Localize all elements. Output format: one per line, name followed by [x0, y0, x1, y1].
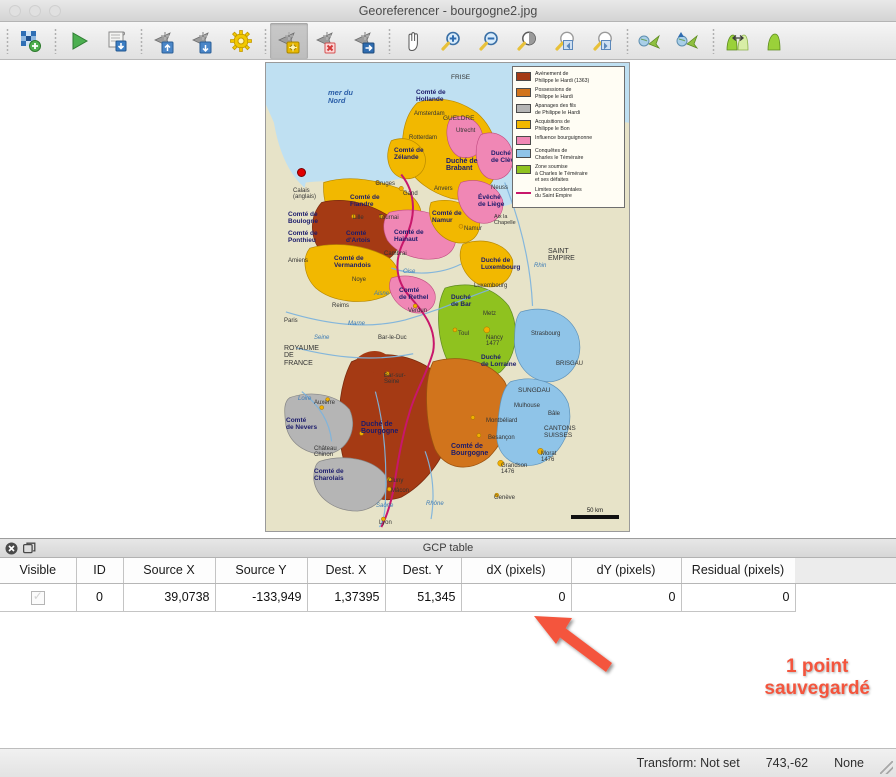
load-gcp-points-icon[interactable]	[146, 23, 184, 59]
minimize-window-button[interactable]	[29, 4, 41, 17]
raster-image-bourgogne[interactable]: mer du Nord FRISE Comté de Hollande GUELDRE…	[265, 62, 630, 532]
cell-dest-x: 1,37395	[307, 583, 386, 612]
zoom-window-button[interactable]	[49, 4, 61, 17]
legend-entry: Avènement de Philippe le Hardi (1363)	[516, 71, 621, 84]
open-raster-icon[interactable]	[12, 23, 50, 59]
map-scalebar: 50 km	[571, 508, 619, 519]
cell-id: 0	[76, 583, 124, 612]
column-header-id[interactable]: ID	[76, 558, 124, 584]
toolbar-separator	[622, 23, 632, 59]
status-transform: Transform: Not set	[636, 756, 740, 770]
window-titlebar: Georeferencer - bourgogne2.jpg	[0, 0, 896, 22]
annotation-line-1: 1 point	[786, 656, 849, 677]
legend-entry: Apanages des fils de Philippe le Hardi	[516, 103, 621, 116]
map-legend: Avènement de Philippe le Hardi (1363) Pos…	[512, 66, 625, 208]
column-header-dest-y[interactable]: Dest. Y	[385, 558, 462, 584]
local-histogram-stretch-icon[interactable]	[756, 23, 794, 59]
toolbar-separator	[708, 23, 718, 59]
legend-entry: Acquisitions de Philippe le Bon	[516, 119, 621, 132]
legend-swatch	[516, 191, 531, 194]
pan-icon[interactable]	[394, 23, 432, 59]
window-controls	[0, 4, 61, 17]
legend-entry: Influence bourguignonne	[516, 135, 621, 145]
legend-entry: Zone soumise à Charles le Téméraire et s…	[516, 164, 621, 184]
table-header-row: Visible ID Source X Source Y Dest. X Des…	[0, 558, 796, 584]
gcp-table[interactable]: Visible ID Source X Source Y Dest. X Des…	[0, 558, 796, 612]
georeferencer-canvas[interactable]: mer du Nord FRISE Comté de Hollande GUELDRE…	[0, 60, 896, 538]
status-bar: Transform: Not set 743,-62 None	[0, 748, 896, 777]
cell-source-x: 39,0738	[123, 583, 216, 612]
legend-label: Acquisitions de Philippe le Bon	[535, 119, 570, 132]
start-georeferencing-icon[interactable]	[60, 23, 98, 59]
cell-residual: 0	[681, 583, 796, 612]
legend-label: Possessions de Philippe le Hardi	[535, 87, 573, 100]
toolbar-separator	[384, 23, 394, 59]
cell-dy: 0	[571, 583, 682, 612]
link-georeferencer-to-qgis-icon[interactable]	[632, 23, 670, 59]
gcp-panel-titlebar: GCP table	[0, 538, 896, 558]
legend-entry: Conquêtes de Charles le Téméraire	[516, 148, 621, 161]
legend-swatch	[516, 165, 531, 174]
zoom-last-icon[interactable]	[546, 23, 584, 59]
gcp-table-area[interactable]: Visible ID Source X Source Y Dest. X Des…	[0, 558, 896, 758]
zoom-next-icon[interactable]	[584, 23, 622, 59]
link-qgis-to-georeferencer-icon[interactable]	[670, 23, 708, 59]
status-crs[interactable]: None	[834, 756, 864, 770]
zoom-to-layer-icon[interactable]	[508, 23, 546, 59]
scalebar-bar	[571, 515, 619, 519]
gcp-point-marker[interactable]	[297, 168, 306, 177]
column-header-visible[interactable]: Visible	[0, 558, 77, 584]
save-gcp-points-icon[interactable]	[184, 23, 222, 59]
legend-label: Conquêtes de Charles le Téméraire	[535, 148, 584, 161]
table-header-filler	[795, 558, 896, 584]
scalebar-label: 50 km	[586, 508, 604, 514]
zoom-in-icon[interactable]	[432, 23, 470, 59]
column-header-residual[interactable]: Residual (pixels)	[681, 558, 796, 584]
gcp-panel-title: GCP table	[422, 542, 474, 554]
cell-dx: 0	[461, 583, 572, 612]
visible-checkbox[interactable]	[30, 589, 45, 605]
legend-swatch	[516, 72, 531, 81]
column-header-dx[interactable]: dX (pixels)	[461, 558, 572, 584]
toolbar-separator	[50, 23, 60, 59]
legend-swatch	[516, 120, 531, 129]
legend-label: Limites occidentales du Saint Empire	[535, 186, 582, 200]
resize-grip[interactable]	[880, 761, 893, 774]
toolbar-separator	[136, 23, 146, 59]
status-coordinates: 743,-62	[765, 756, 809, 770]
legend-swatch	[516, 104, 531, 113]
main-toolbar	[0, 22, 896, 60]
annotation-line-2: sauvegardé	[764, 678, 870, 700]
add-point-icon[interactable]	[270, 22, 308, 59]
transformation-settings-icon[interactable]	[222, 23, 260, 59]
cell-source-y: -133,949	[215, 583, 308, 612]
toolbar-separator	[2, 23, 12, 59]
cell-dest-y: 51,345	[385, 583, 462, 612]
table-row[interactable]: 0 39,0738 -133,949 1,37395 51,345 0 0 0	[0, 583, 796, 612]
legend-swatch	[516, 88, 531, 97]
column-header-dest-x[interactable]: Dest. X	[307, 558, 386, 584]
legend-label: Apanages des fils de Philippe le Hardi	[535, 103, 580, 116]
legend-label: Zone soumise à Charles le Téméraire et s…	[535, 164, 588, 183]
legend-entry: Limites occidentales du Saint Empire	[516, 187, 621, 200]
window-title: Georeferencer - bourgogne2.jpg	[358, 3, 538, 18]
delete-point-icon[interactable]	[308, 23, 346, 59]
column-header-source-x[interactable]: Source X	[123, 558, 216, 584]
legend-swatch	[516, 149, 531, 158]
legend-swatch	[516, 136, 531, 145]
full-histogram-stretch-icon[interactable]	[718, 23, 756, 59]
legend-entry: Possessions de Philippe le Hardi	[516, 87, 621, 100]
close-window-button[interactable]	[9, 4, 21, 17]
column-header-source-y[interactable]: Source Y	[215, 558, 308, 584]
georeferencer-window: Georeferencer - bourgogne2.jpg mer du No…	[0, 0, 896, 777]
annotation-text: 1 point sauvegardé	[764, 656, 870, 701]
generate-gdal-script-icon[interactable]	[98, 23, 136, 59]
legend-label: Avènement de Philippe le Hardi (1363)	[535, 71, 590, 84]
move-gcp-point-icon[interactable]	[346, 23, 384, 59]
cell-visible[interactable]	[0, 583, 77, 612]
legend-label: Influence bourguignonne	[535, 135, 593, 141]
zoom-out-icon[interactable]	[470, 23, 508, 59]
toolbar-separator	[260, 23, 270, 59]
column-header-dy[interactable]: dY (pixels)	[571, 558, 682, 584]
